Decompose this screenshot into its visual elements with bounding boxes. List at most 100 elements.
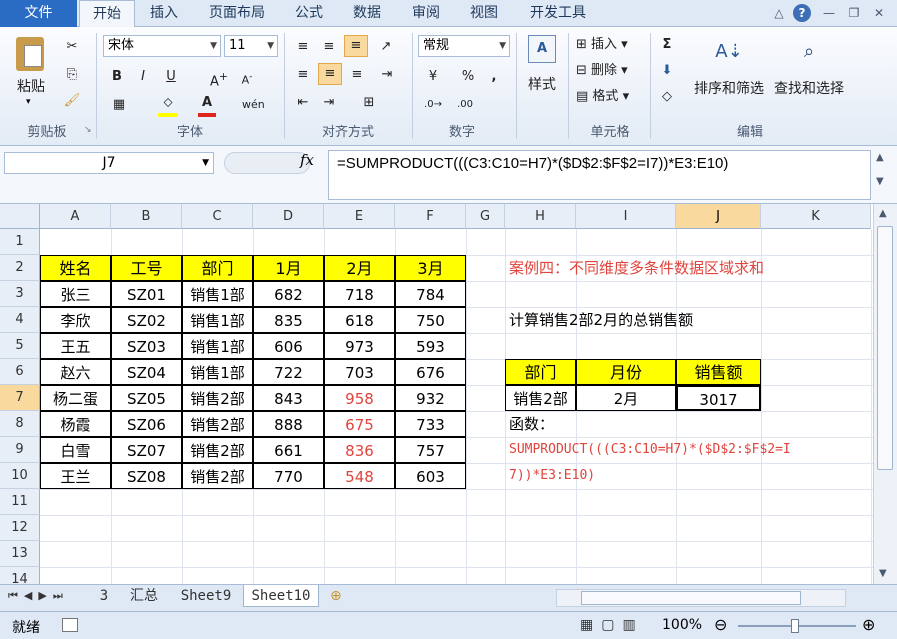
fill-icon[interactable]: ⬇: [656, 61, 678, 81]
table-cell[interactable]: 676: [395, 359, 466, 385]
increase-decimal-icon[interactable]: .0→: [420, 95, 446, 115]
table-cell[interactable]: SZ07: [111, 437, 182, 463]
table-cell[interactable]: 973: [324, 333, 395, 359]
align-top-icon[interactable]: ≡: [292, 37, 314, 57]
sheet-tab-active[interactable]: Sheet10: [243, 585, 319, 607]
tab-page-layout[interactable]: 页面布局: [200, 0, 274, 27]
table-cell[interactable]: 835: [253, 307, 324, 333]
table-cell[interactable]: 958: [324, 385, 395, 411]
sheet-nav-icon[interactable]: ⏮◀▶⏭: [8, 589, 69, 603]
row-header-12[interactable]: 12: [0, 515, 40, 541]
row-header-11[interactable]: 11: [0, 489, 40, 515]
table-cell[interactable]: 843: [253, 385, 324, 411]
table-cell[interactable]: 603: [395, 463, 466, 489]
font-size-select[interactable]: 11 ▼: [224, 35, 278, 57]
paste-button[interactable]: 粘贴 ▾: [10, 35, 52, 115]
criteria-header-cell[interactable]: 月份: [576, 359, 676, 385]
expand-formula-icon[interactable]: ▲: [876, 152, 884, 163]
styles-button[interactable]: A 样式: [522, 33, 562, 113]
case-title[interactable]: 案例四：不同维度多条件数据区域求和: [505, 255, 845, 281]
table-header-cell[interactable]: 部门: [182, 255, 253, 281]
row-header-8[interactable]: 8: [0, 411, 40, 437]
zoom-level[interactable]: 100%: [662, 617, 702, 633]
table-cell[interactable]: SZ02: [111, 307, 182, 333]
criteria-header-cell[interactable]: 销售额: [676, 359, 761, 385]
function-text-line1[interactable]: SUMPRODUCT(((C3:C10=H7)*($D$2:$F$2=I: [505, 437, 845, 463]
table-cell[interactable]: 销售2部: [182, 385, 253, 411]
criteria-header-cell[interactable]: 部门: [505, 359, 576, 385]
horizontal-scrollbar[interactable]: [556, 589, 846, 607]
align-middle-icon[interactable]: ≡: [318, 37, 340, 57]
table-cell[interactable]: 593: [395, 333, 466, 359]
sheet-tab[interactable]: 汇总: [122, 585, 166, 607]
table-cell[interactable]: 白雪: [40, 437, 111, 463]
comma-icon[interactable]: ,: [484, 67, 504, 87]
percent-icon[interactable]: %: [458, 67, 478, 87]
table-header-cell[interactable]: 3月: [395, 255, 466, 281]
tab-formulas[interactable]: 公式: [287, 0, 331, 27]
table-cell[interactable]: SZ06: [111, 411, 182, 437]
zoom-out-icon[interactable]: ⊖: [714, 615, 727, 634]
row-header-7[interactable]: 7: [0, 385, 40, 411]
format-painter-icon[interactable]: 🖌: [62, 91, 82, 111]
format-cells-button[interactable]: ▤ 格式 ▾: [576, 87, 652, 107]
scroll-down-icon[interactable]: ▼: [879, 568, 887, 579]
merge-center-icon[interactable]: ⊞: [356, 93, 382, 113]
insert-function-icon[interactable]: fx: [300, 151, 314, 169]
wrap-text-icon[interactable]: ⇥: [374, 65, 400, 85]
table-cell[interactable]: 销售1部: [182, 359, 253, 385]
tab-view[interactable]: 视图: [462, 0, 506, 27]
table-cell[interactable]: 销售1部: [182, 333, 253, 359]
bold-button[interactable]: B: [108, 67, 126, 87]
view-buttons[interactable]: ▦▢▥: [580, 617, 644, 633]
macro-record-icon[interactable]: [62, 618, 78, 632]
table-cell[interactable]: 548: [324, 463, 395, 489]
table-cell[interactable]: 682: [253, 281, 324, 307]
table-cell[interactable]: 杨霞: [40, 411, 111, 437]
restore-window-icon[interactable]: ❐: [845, 4, 863, 22]
align-center-icon[interactable]: ≡: [318, 63, 342, 85]
cut-icon[interactable]: ✂: [62, 37, 82, 57]
table-cell[interactable]: 销售1部: [182, 281, 253, 307]
borders-icon[interactable]: ▦: [108, 95, 130, 115]
table-cell[interactable]: 赵六: [40, 359, 111, 385]
row-header-3[interactable]: 3: [0, 281, 40, 307]
row-header-4[interactable]: 4: [0, 307, 40, 333]
column-header-a[interactable]: A: [40, 204, 111, 229]
table-cell[interactable]: 销售2部: [182, 411, 253, 437]
row-header-2[interactable]: 2: [0, 255, 40, 281]
autosum-icon[interactable]: Σ: [656, 35, 678, 55]
sort-filter-button[interactable]: A⇣ 排序和筛选: [690, 33, 768, 113]
increase-indent-icon[interactable]: ⇥: [318, 93, 340, 113]
row-header-10[interactable]: 10: [0, 463, 40, 489]
table-header-cell[interactable]: 2月: [324, 255, 395, 281]
table-header-cell[interactable]: 姓名: [40, 255, 111, 281]
task-text[interactable]: 计算销售2部2月的总销售额: [505, 307, 845, 333]
font-color-icon[interactable]: A: [198, 93, 216, 117]
table-header-cell[interactable]: 工号: [111, 255, 182, 281]
table-cell[interactable]: 销售1部: [182, 307, 253, 333]
underline-button[interactable]: U: [160, 67, 182, 87]
table-cell[interactable]: 757: [395, 437, 466, 463]
decrease-decimal-icon[interactable]: .00: [452, 95, 478, 115]
close-window-icon[interactable]: ✕: [870, 4, 888, 22]
table-cell[interactable]: SZ08: [111, 463, 182, 489]
insert-sheet-icon[interactable]: ⊕: [330, 588, 342, 604]
table-cell[interactable]: 王兰: [40, 463, 111, 489]
italic-button[interactable]: I: [134, 67, 152, 87]
sheet-tab[interactable]: Sheet9: [172, 585, 240, 607]
table-cell[interactable]: 888: [253, 411, 324, 437]
align-bottom-icon[interactable]: ≡: [344, 35, 368, 57]
table-cell[interactable]: 606: [253, 333, 324, 359]
column-header-e[interactable]: E: [324, 204, 395, 229]
orientation-icon[interactable]: ↗: [374, 37, 398, 57]
table-cell[interactable]: 661: [253, 437, 324, 463]
table-cell[interactable]: 王五: [40, 333, 111, 359]
column-header-b[interactable]: B: [111, 204, 182, 229]
zoom-thumb[interactable]: [791, 619, 799, 633]
vertical-scrollbar[interactable]: ▲ ▼: [873, 204, 897, 584]
table-cell[interactable]: 销售2部: [182, 437, 253, 463]
table-cell[interactable]: 703: [324, 359, 395, 385]
row-header-1[interactable]: 1: [0, 229, 40, 255]
font-name-select[interactable]: 宋体 ▼: [103, 35, 221, 57]
